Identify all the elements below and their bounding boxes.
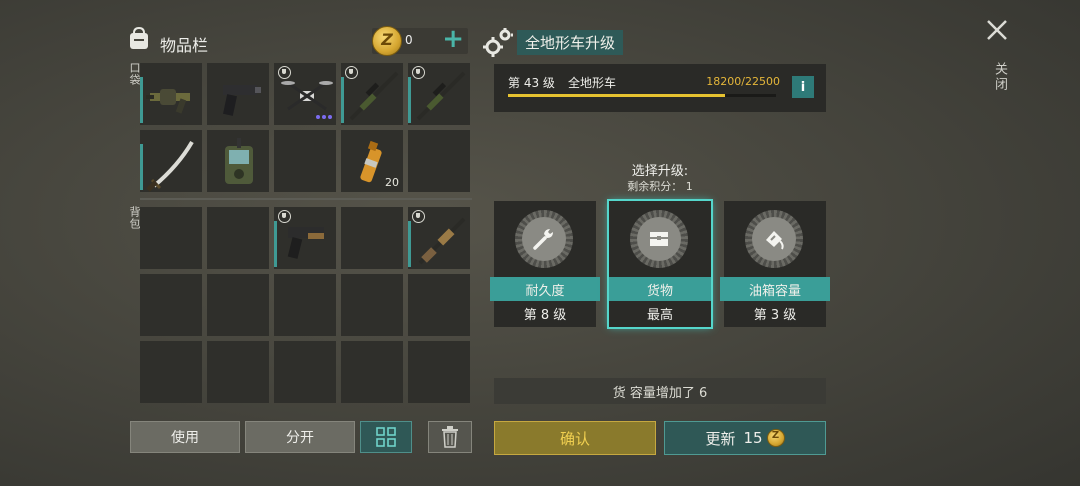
sniper-rifle-icon — [416, 71, 466, 121]
refresh-button[interactable]: 更新 15 — [664, 421, 826, 455]
upgrade-option-fuel-tank[interactable]: 油箱容量 第 3 级 — [720, 201, 830, 327]
coin-icon: Z — [372, 26, 402, 56]
xp-bar-fill — [508, 94, 725, 97]
inventory-slot-empty[interactable] — [140, 341, 202, 403]
upgrade-title: 全地形车升级 — [517, 30, 624, 55]
durability-bar — [408, 221, 411, 267]
xp-bar — [508, 94, 776, 97]
option-name: 货物 — [609, 277, 711, 301]
vehicle-level: 第 43 级 — [508, 76, 555, 90]
durability-bar — [341, 77, 344, 123]
sort-button[interactable] — [360, 421, 412, 453]
inventory-slot-empty[interactable] — [274, 130, 336, 192]
inventory-slot[interactable] — [207, 130, 269, 192]
sniper-rifle-icon — [349, 71, 399, 121]
choose-upgrade-label: 选择升级: — [631, 164, 689, 179]
close-icon — [987, 20, 1007, 40]
close-label[interactable]: 关闭 — [990, 62, 1009, 92]
inventory-slot[interactable] — [140, 130, 202, 192]
split-button[interactable]: 分开 — [245, 421, 355, 453]
inventory-slot[interactable]: 20 — [341, 130, 403, 192]
trash-icon — [442, 426, 458, 448]
inventory-slot-empty[interactable] — [207, 274, 269, 336]
option-badge — [630, 210, 688, 268]
gears-icon — [483, 28, 513, 57]
confirm-button[interactable]: 确认 — [494, 421, 656, 455]
inventory-slot-empty[interactable] — [408, 341, 470, 403]
grenade-launcher-icon — [146, 89, 190, 114]
drone-icon — [281, 81, 333, 119]
option-name: 油箱容量 — [720, 277, 830, 301]
item-count: 20 — [385, 176, 399, 189]
pistol-icon — [223, 85, 261, 116]
inventory-slot[interactable] — [408, 63, 470, 125]
inventory-slot-empty[interactable] — [207, 341, 269, 403]
inventory-title: 物品栏 — [160, 36, 209, 55]
option-disc — [752, 217, 796, 261]
shotgun-icon — [418, 217, 466, 265]
wrench-icon — [533, 229, 553, 250]
durability-bar — [140, 77, 143, 123]
inventory-slot-empty[interactable] — [341, 274, 403, 336]
inventory-slot[interactable] — [207, 63, 269, 125]
upgrade-option-durability[interactable]: 耐久度 第 8 级 — [490, 201, 600, 327]
use-button[interactable]: 使用 — [130, 421, 240, 453]
desert-pistol-icon — [287, 227, 324, 259]
option-name: 耐久度 — [490, 277, 600, 301]
option-badge — [745, 210, 803, 268]
inventory-slot[interactable] — [140, 63, 202, 125]
add-coins-button[interactable]: + — [442, 25, 464, 53]
backpack-icon — [130, 26, 148, 49]
inventory-slot-empty[interactable] — [140, 274, 202, 336]
inventory-slot[interactable] — [341, 63, 403, 125]
option-level: 第 3 级 — [753, 308, 797, 323]
coin-icon — [766, 429, 785, 447]
fuel-can-icon — [766, 231, 784, 250]
inventory-slot-empty[interactable] — [140, 207, 202, 269]
section-divider — [140, 198, 472, 200]
option-disc — [637, 217, 681, 261]
inventory-slot[interactable] — [274, 63, 336, 125]
grid-sort-icon — [376, 427, 396, 447]
remaining-points: 剩余积分： 1 — [627, 180, 693, 193]
xp-progress-text: 18200/22500 — [706, 75, 780, 88]
durability-bar — [274, 221, 277, 267]
option-level: 最高 — [646, 308, 673, 323]
inventory-slot-empty[interactable] — [274, 341, 336, 403]
close-button[interactable] — [986, 18, 1008, 46]
katana-icon — [146, 140, 194, 192]
inventory-slot-empty[interactable] — [207, 207, 269, 269]
inventory-slot-empty[interactable] — [341, 207, 403, 269]
option-badge — [515, 210, 573, 268]
upgrade-effect-text: 货 容量增加了 6 — [494, 378, 826, 404]
inventory-slot-empty[interactable] — [274, 274, 336, 336]
coin-amount: 0 — [405, 33, 413, 47]
option-disc — [522, 217, 566, 261]
option-level: 第 8 级 — [523, 308, 567, 323]
info-button[interactable]: i — [792, 76, 814, 98]
refresh-label: 更新 — [705, 429, 736, 448]
vehicle-name: 全地形车 — [568, 76, 617, 90]
inventory-slot-empty[interactable] — [408, 130, 470, 192]
coin-balance: Z 0 + — [372, 25, 468, 56]
durability-bar — [408, 77, 411, 123]
inventory-slot-empty[interactable] — [341, 341, 403, 403]
trash-button[interactable] — [428, 421, 472, 453]
tracker-device-icon — [225, 138, 253, 184]
durability-bar — [140, 144, 143, 190]
inventory-slot-empty[interactable] — [408, 274, 470, 336]
inventory-slot[interactable] — [274, 207, 336, 269]
refresh-cost: 15 — [743, 429, 763, 447]
vehicle-level-panel: 第 43 级 全地形车 18200/22500 i — [494, 64, 826, 112]
upgrade-option-cargo[interactable]: 货物 最高 — [607, 199, 713, 329]
inventory-slot[interactable] — [408, 207, 470, 269]
cargo-box-icon — [650, 232, 668, 246]
